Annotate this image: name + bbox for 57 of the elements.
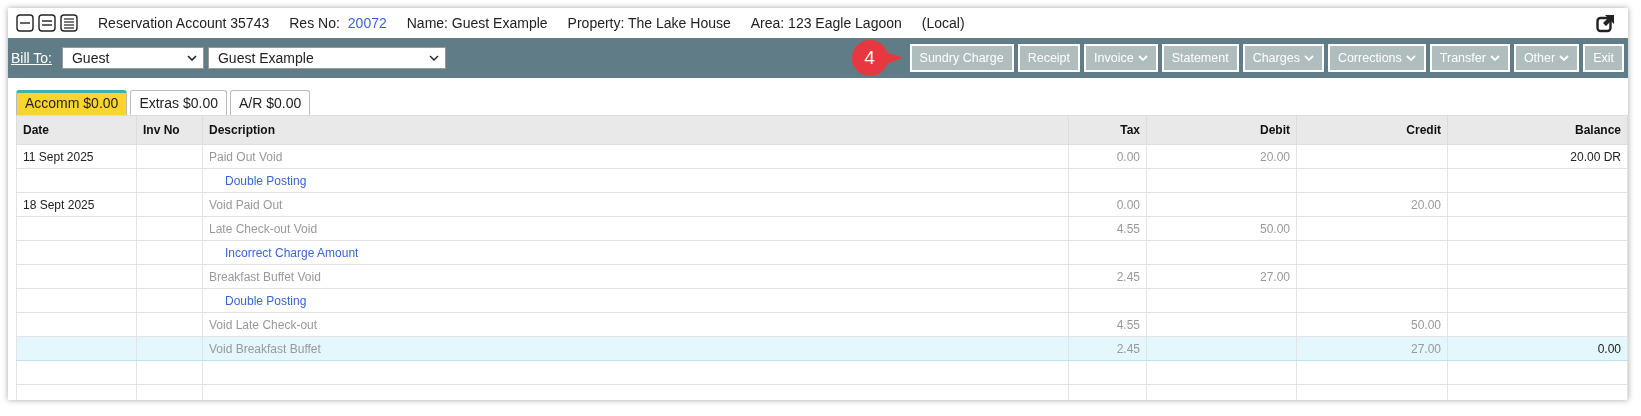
- void-reason-link[interactable]: Double Posting: [209, 173, 307, 188]
- area-name: Area: 123 Eagle Lagoon: [750, 15, 902, 31]
- column-header: Date: [23, 123, 49, 137]
- description-cell: Void Late Check-out: [209, 317, 318, 332]
- bill-to-name-select[interactable]: Guest Example: [208, 47, 446, 69]
- res-no-label: Res No:: [289, 15, 340, 31]
- property-name: Property: The Lake House: [567, 15, 731, 31]
- account-title: Reservation Account 35743: [98, 15, 270, 31]
- date-cell: 18 Sept 2025: [23, 197, 95, 212]
- balance-cell: 20.00 DR: [1570, 149, 1621, 164]
- column-header: Credit: [1406, 123, 1441, 137]
- tab[interactable]: Accomm $0.00: [16, 90, 128, 115]
- debit-cell: 27.00: [1259, 269, 1290, 284]
- credit-cell: 20.00: [1410, 197, 1441, 212]
- balance-cell: 0.00: [1597, 341, 1621, 356]
- caret-icon: [1137, 55, 1148, 61]
- tab[interactable]: Extras $0.00: [130, 90, 227, 115]
- debit-cell: 20.00: [1259, 149, 1290, 164]
- minimize-icon[interactable]: [16, 14, 34, 32]
- date-cell: 11 Sept 2025: [23, 149, 94, 164]
- caret-icon: [429, 55, 439, 61]
- tax-cell: 4.55: [1116, 317, 1140, 332]
- caret-icon: [1489, 55, 1500, 61]
- column-header: Description: [209, 123, 275, 137]
- bill-to-type-select[interactable]: Guest: [62, 47, 204, 69]
- menu-icon[interactable]: [60, 14, 78, 32]
- tax-cell: 2.45: [1116, 269, 1140, 284]
- guest-name: Name: Guest Example: [406, 15, 548, 31]
- void-reason-link[interactable]: Double Posting: [209, 293, 307, 308]
- tax-cell: 2.45: [1116, 341, 1140, 356]
- tab[interactable]: A/R $0.00: [230, 90, 311, 115]
- tax-cell: 4.55: [1116, 221, 1140, 236]
- description-cell: Breakfast Buffet Void: [209, 269, 321, 284]
- description-cell: Void Breakfast Buffet: [209, 341, 321, 356]
- external-link-icon[interactable]: [1596, 13, 1616, 33]
- credit-cell: 27.00: [1410, 341, 1441, 356]
- description-cell: Void Paid Out: [209, 197, 283, 212]
- column-header: Debit: [1260, 123, 1290, 137]
- caret-icon: [1559, 55, 1570, 61]
- description-cell: Late Check-out Void: [209, 221, 318, 236]
- column-header: Inv No: [143, 123, 180, 137]
- tax-cell: 0.00: [1116, 197, 1140, 212]
- list-icon[interactable]: [38, 14, 56, 32]
- description-cell: Paid Out Void: [209, 149, 283, 164]
- void-reason-link[interactable]: Incorrect Charge Amount: [209, 245, 359, 260]
- step-callout: 4: [849, 38, 904, 78]
- res-no-link[interactable]: 20072: [347, 15, 387, 31]
- caret-icon: [1303, 55, 1314, 61]
- debit-cell: 50.00: [1259, 221, 1290, 236]
- column-header: Tax: [1120, 123, 1140, 137]
- local-label: (Local): [921, 15, 965, 31]
- bill-to-link[interactable]: Bill To:: [11, 50, 52, 66]
- caret-icon: [1405, 55, 1416, 61]
- column-header: Balance: [1574, 123, 1621, 137]
- tax-cell: 0.00: [1116, 149, 1140, 164]
- caret-icon: [187, 55, 197, 61]
- credit-cell: 50.00: [1410, 317, 1441, 332]
